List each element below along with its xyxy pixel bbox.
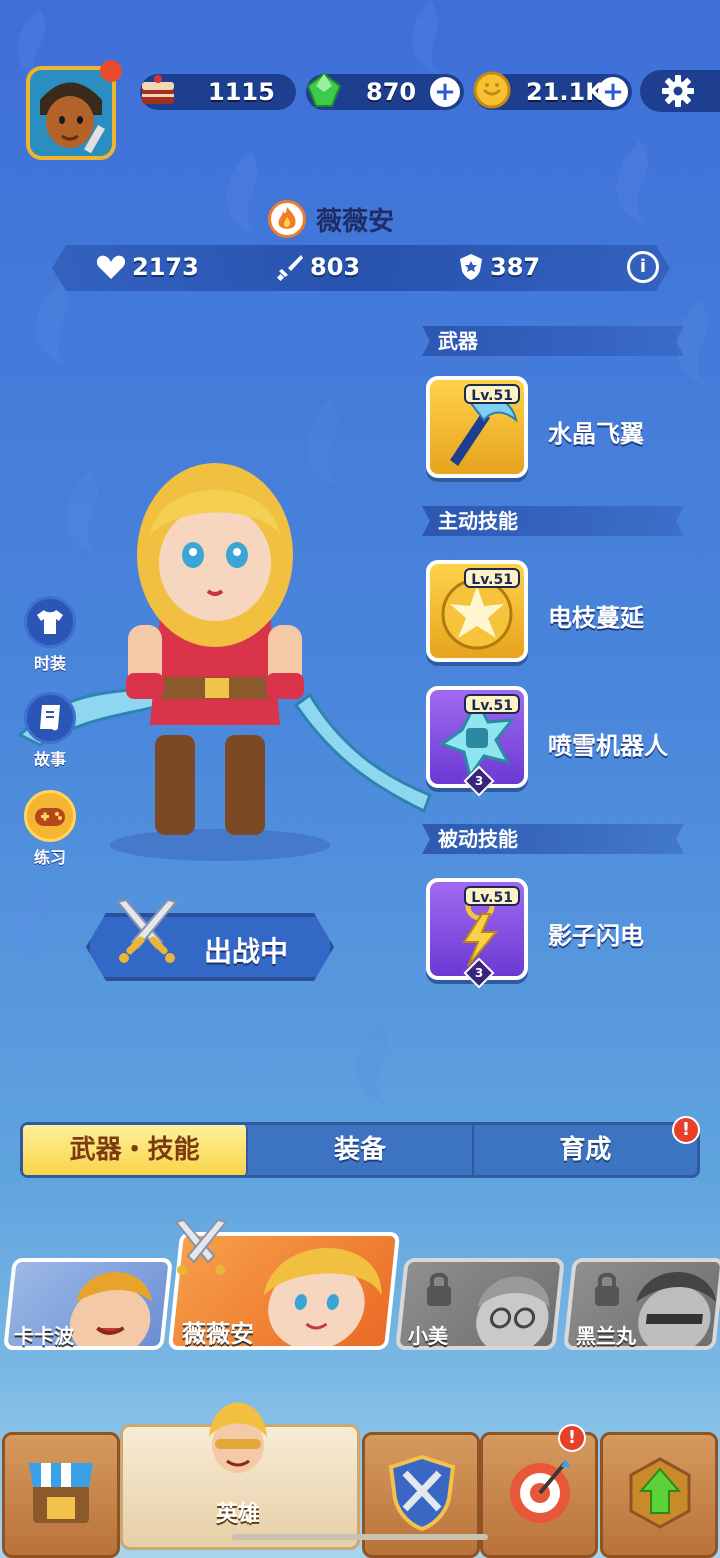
passive-skill-section-header: 被动技能: [422, 824, 684, 854]
hero-name: 薇薇安: [316, 206, 395, 237]
hero-name-kakabo: 卡卡波: [14, 1324, 74, 1348]
shield-icon: [460, 254, 482, 280]
nav-shop[interactable]: [2, 1432, 120, 1558]
nav-target[interactable]: [480, 1432, 598, 1558]
shop-icon: [29, 1463, 93, 1523]
gem-resource: 870 +: [306, 72, 464, 110]
target-alert-badge: !: [558, 1424, 586, 1452]
nav-hero[interactable]: [120, 1402, 360, 1550]
story-label: 故事: [33, 750, 66, 769]
lock-icon: [595, 1272, 619, 1306]
active-skill-1-level-badge: Lv.51: [464, 568, 520, 588]
gamepad-icon: [35, 808, 65, 826]
lock-icon: [427, 1272, 451, 1306]
health-value: 2173: [132, 253, 199, 281]
upgrade-arrow-icon: [629, 1457, 691, 1529]
player-avatar[interactable]: [26, 66, 116, 160]
coin-resource: 21.1K +: [473, 71, 632, 110]
cake-resource: 1115: [140, 74, 296, 110]
hero-name-xiaomei: 小美: [408, 1324, 448, 1348]
cake-count: 1115: [208, 78, 275, 106]
coin-icon: [473, 71, 511, 109]
heart-icon: [96, 255, 126, 279]
crossed-swords-icon: [116, 898, 178, 963]
active-hero-swords-icon: [174, 1218, 228, 1275]
fire-element-icon: [268, 200, 306, 238]
active-skill-2-name: 喷雪机器人: [548, 732, 668, 760]
passive-skill-1-name: 影子闪电: [548, 922, 644, 950]
shirt-icon: [37, 610, 63, 634]
tab-equipment[interactable]: 装备: [248, 1125, 474, 1175]
defense-stat: 387: [458, 253, 540, 281]
tab-growth[interactable]: 育成: [474, 1125, 697, 1175]
gear-icon: [662, 75, 694, 107]
battle-shield-icon: [388, 1454, 456, 1531]
target-icon: [510, 1459, 571, 1523]
passive-skill-1-level-badge: Lv.51: [464, 886, 520, 906]
health-stat: 2173: [96, 253, 199, 281]
hero-tabs: 武器・技能 装备 育成: [20, 1122, 700, 1178]
weapon-section-header: 武器: [422, 326, 684, 356]
practice-button[interactable]: [24, 790, 76, 842]
nav-hero-label: 英雄: [216, 1502, 261, 1527]
active-skill-1-name: 电枝蔓延: [548, 604, 644, 632]
costume-label: 时装: [33, 654, 66, 673]
info-icon[interactable]: i: [627, 251, 659, 283]
scroll-icon: [40, 705, 60, 731]
gem-count: 870: [366, 78, 417, 106]
passive-skill-card-1[interactable]: Lv.51 3: [426, 878, 528, 989]
story-button[interactable]: [24, 692, 76, 744]
avatar-notification-dot: [100, 60, 122, 82]
coin-count: 21.1K: [526, 78, 604, 106]
costume-button[interactable]: [24, 596, 76, 648]
active-skill-2-level-badge: Lv.51: [464, 694, 520, 714]
tab-weapon-skill[interactable]: 武器・技能: [23, 1125, 249, 1175]
settings-button[interactable]: [640, 70, 720, 112]
growth-alert-badge: !: [672, 1116, 700, 1144]
attack-stat: 803: [276, 253, 360, 281]
hero-nav-icon: [209, 1402, 267, 1473]
defense-value: 387: [490, 253, 541, 281]
hero-name-heilanwan: 黑兰丸: [576, 1324, 636, 1348]
gem-icon: [306, 72, 342, 107]
active-skill-section-header: 主动技能: [422, 506, 684, 536]
home-indicator: [232, 1534, 488, 1540]
attack-value: 803: [310, 253, 361, 281]
add-gems-button[interactable]: +: [430, 77, 460, 107]
cake-icon: [142, 75, 174, 104]
sword-icon: [276, 255, 303, 281]
practice-label: 练习: [33, 848, 66, 867]
battle-status-label: 出战中: [204, 935, 289, 968]
add-coins-button[interactable]: +: [598, 77, 628, 107]
nav-upgrade[interactable]: [600, 1432, 718, 1558]
hero-name-vivian: 薇薇安: [182, 1320, 254, 1348]
weapon-name: 水晶飞翼: [548, 420, 644, 448]
weapon-level-badge: Lv.51: [464, 384, 520, 404]
hero-name-row: 薇薇安: [268, 200, 394, 238]
